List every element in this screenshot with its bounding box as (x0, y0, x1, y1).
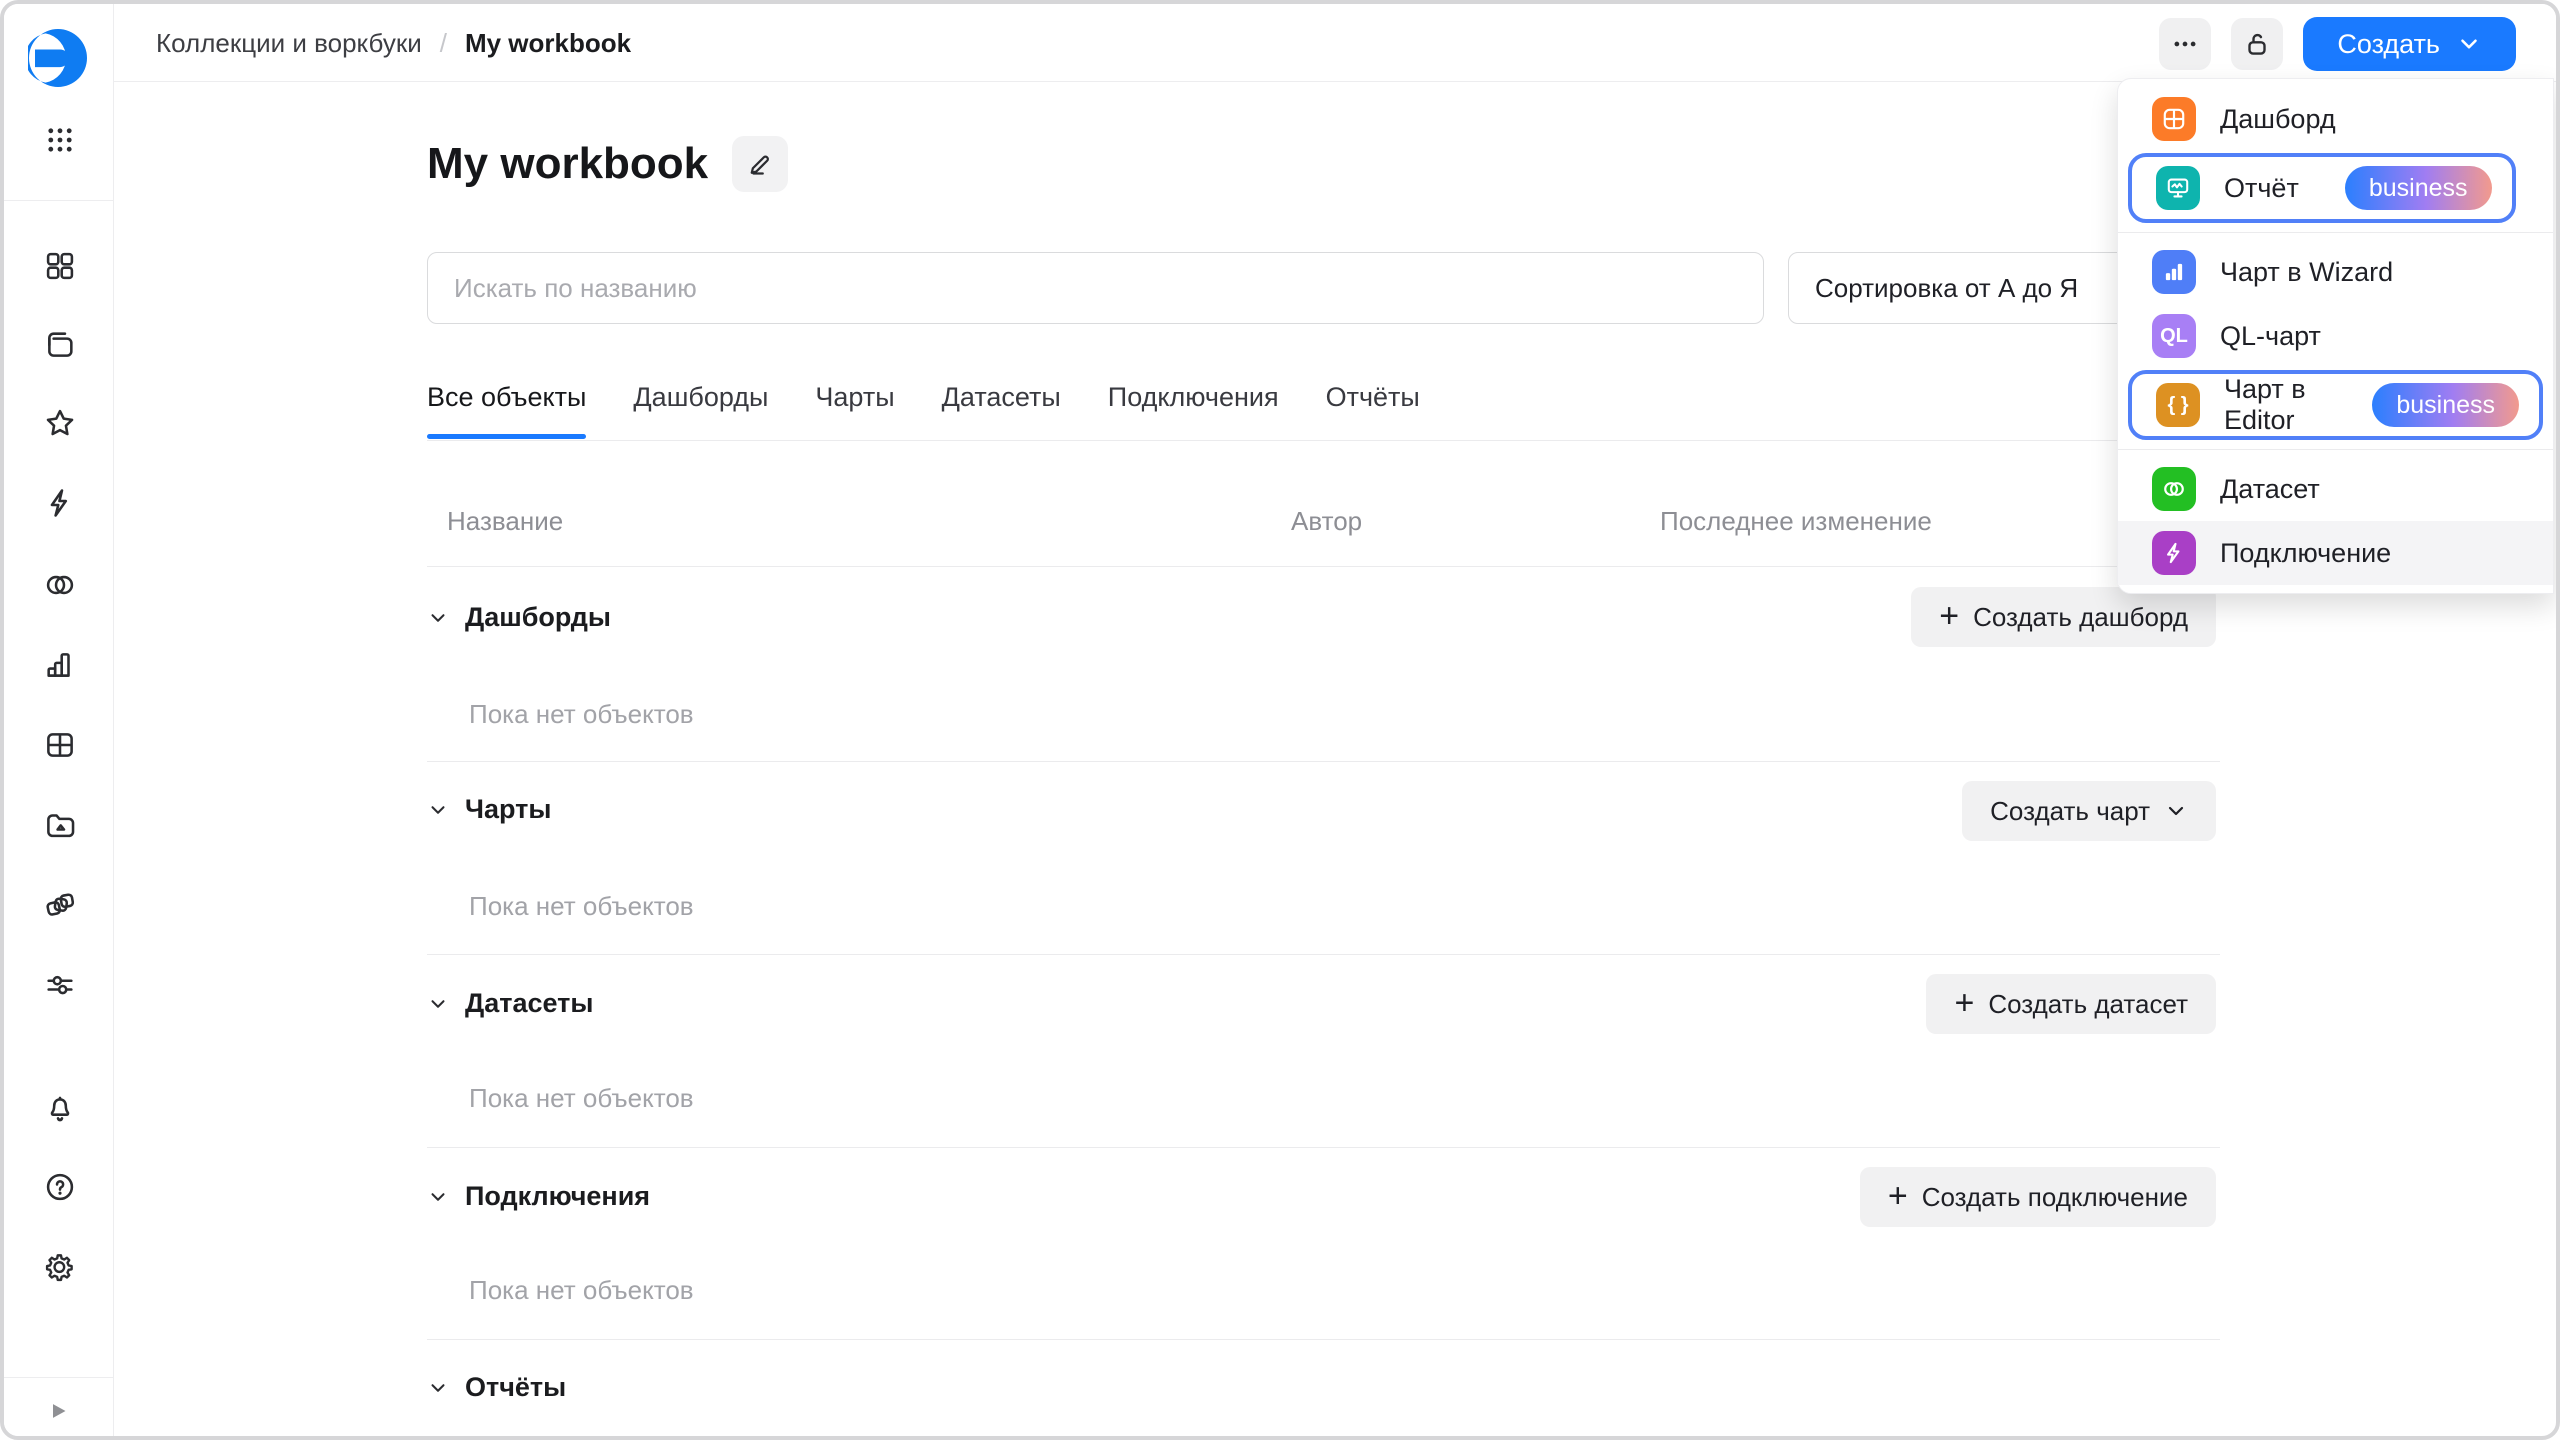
tab-dashboards[interactable]: Дашборды (633, 382, 768, 439)
more-actions-button[interactable] (2159, 18, 2211, 70)
empty-state-text: Пока нет объектов (469, 699, 694, 730)
menu-item-ql-chart[interactable]: QL QL-чарт (2118, 304, 2553, 368)
chevron-down-icon[interactable] (427, 993, 449, 1015)
chevron-down-icon (2164, 799, 2188, 823)
section-charts: Чарты (427, 794, 551, 825)
editor-chart-icon: { } (2156, 383, 2200, 427)
create-dropdown-menu: Дашборд Отчёт business (2117, 78, 2554, 594)
chevron-down-icon[interactable] (427, 1377, 449, 1399)
tab-charts[interactable]: Чарты (815, 382, 894, 439)
unlock-icon-button[interactable] (2231, 18, 2283, 70)
dataset-icon (2152, 467, 2196, 511)
sidebar-item-collections[interactable] (35, 320, 85, 370)
edit-title-button[interactable] (732, 136, 788, 192)
table-header-divider (427, 566, 2220, 567)
create-dashboard-button[interactable]: + Создать дашборд (1911, 587, 2216, 647)
chevron-down-icon[interactable] (427, 1186, 449, 1208)
object-tabs: Все объекты Дашборды Чарты Датасеты Подк… (427, 382, 1420, 439)
dashboard-icon (2152, 97, 2196, 141)
chevron-down-icon[interactable] (427, 607, 449, 629)
sidebar-item-favorites[interactable] (35, 398, 85, 448)
sidebar-item-settings-sliders[interactable] (35, 960, 85, 1010)
sidebar-item-datasets[interactable] (35, 560, 85, 610)
apps-menu-icon[interactable] (35, 115, 85, 165)
column-header-name: Название (447, 506, 563, 537)
breadcrumb-current: My workbook (465, 28, 631, 59)
tab-all-objects[interactable]: Все объекты (427, 382, 586, 439)
create-chart-button[interactable]: Создать чарт (1962, 781, 2216, 841)
highlight-editor-chart: { } Чарт в Editor business (2128, 370, 2543, 440)
tabs-baseline (427, 440, 2220, 441)
breadcrumb: Коллекции и воркбуки / My workbook (156, 4, 631, 82)
section-title: Дашборды (465, 602, 611, 633)
sort-select-value: Сортировка от А до Я (1815, 273, 2078, 304)
header-actions: Создать (2159, 17, 2516, 71)
section-title: Датасеты (465, 988, 593, 1019)
menu-item-dashboard[interactable]: Дашборд (2118, 87, 2553, 151)
breadcrumb-separator: / (440, 28, 447, 59)
sidebar-item-services[interactable] (35, 880, 85, 930)
empty-state-text: Пока нет объектов (469, 891, 694, 922)
sidebar (4, 4, 114, 1436)
empty-state-text: Пока нет объектов (469, 1083, 694, 1114)
create-connection-button[interactable]: + Создать подключение (1860, 1167, 2216, 1227)
report-icon (2156, 166, 2200, 210)
sidebar-item-tables[interactable] (35, 720, 85, 770)
create-button-label: Создать (2337, 29, 2440, 60)
app-window: Коллекции и воркбуки / My workbook Созда… (0, 0, 2560, 1440)
chevron-down-icon[interactable] (427, 799, 449, 821)
expand-sidebar-icon[interactable] (33, 1386, 83, 1436)
chevron-down-icon (2456, 31, 2482, 57)
menu-item-report[interactable]: Отчёт business (2132, 157, 2512, 219)
sidebar-divider (4, 200, 114, 201)
section-connections: Подключения (427, 1181, 650, 1212)
create-dataset-button[interactable]: + Создать датасет (1926, 974, 2216, 1034)
create-button[interactable]: Создать (2303, 17, 2516, 71)
menu-divider (2118, 232, 2553, 233)
menu-item-dataset[interactable]: Датасет (2118, 457, 2553, 521)
menu-item-wizard-chart[interactable]: Чарт в Wizard (2118, 240, 2553, 304)
connection-icon (2152, 531, 2196, 575)
help-icon[interactable] (35, 1162, 85, 1212)
menu-item-connection[interactable]: Подключение (2118, 521, 2553, 585)
section-divider (427, 761, 2220, 762)
page-title: My workbook (427, 139, 708, 189)
column-header-modified: Последнее изменение (1660, 506, 1932, 537)
search-input[interactable] (427, 252, 1764, 324)
section-datasets: Датасеты (427, 988, 593, 1019)
section-title: Подключения (465, 1181, 650, 1212)
business-badge: business (2372, 383, 2519, 427)
section-divider (427, 954, 2220, 955)
business-badge: business (2345, 166, 2492, 210)
tab-reports[interactable]: Отчёты (1326, 382, 1420, 439)
ql-chart-icon: QL (2152, 314, 2196, 358)
highlight-report: Отчёт business (2128, 153, 2516, 223)
sidebar-item-connections[interactable] (35, 478, 85, 528)
sidebar-item-dashboards-grid[interactable] (35, 241, 85, 291)
section-reports: Отчёты (427, 1372, 566, 1403)
sidebar-item-folder[interactable] (35, 800, 85, 850)
breadcrumb-collections-link[interactable]: Коллекции и воркбуки (156, 28, 422, 59)
menu-item-editor-chart[interactable]: { } Чарт в Editor business (2132, 374, 2539, 436)
sidebar-footer-divider (4, 1377, 114, 1378)
section-title: Отчёты (465, 1372, 566, 1403)
section-title: Чарты (465, 794, 551, 825)
pencil-icon (745, 149, 775, 179)
tab-datasets[interactable]: Датасеты (942, 382, 1061, 439)
datalens-logo-icon[interactable] (28, 28, 88, 88)
tab-connections[interactable]: Подключения (1108, 382, 1279, 439)
section-dashboards: Дашборды (427, 602, 611, 633)
section-divider (427, 1339, 2220, 1340)
notifications-bell-icon[interactable] (35, 1084, 85, 1134)
wizard-chart-icon (2152, 250, 2196, 294)
settings-gear-icon[interactable] (35, 1242, 85, 1292)
empty-state-text: Пока нет объектов (469, 1275, 694, 1306)
menu-divider (2118, 449, 2553, 450)
top-header: Коллекции и воркбуки / My workbook Созда… (114, 4, 2556, 82)
sidebar-item-charts[interactable] (35, 640, 85, 690)
section-divider (427, 1147, 2220, 1148)
column-header-author: Автор (1291, 506, 1362, 537)
